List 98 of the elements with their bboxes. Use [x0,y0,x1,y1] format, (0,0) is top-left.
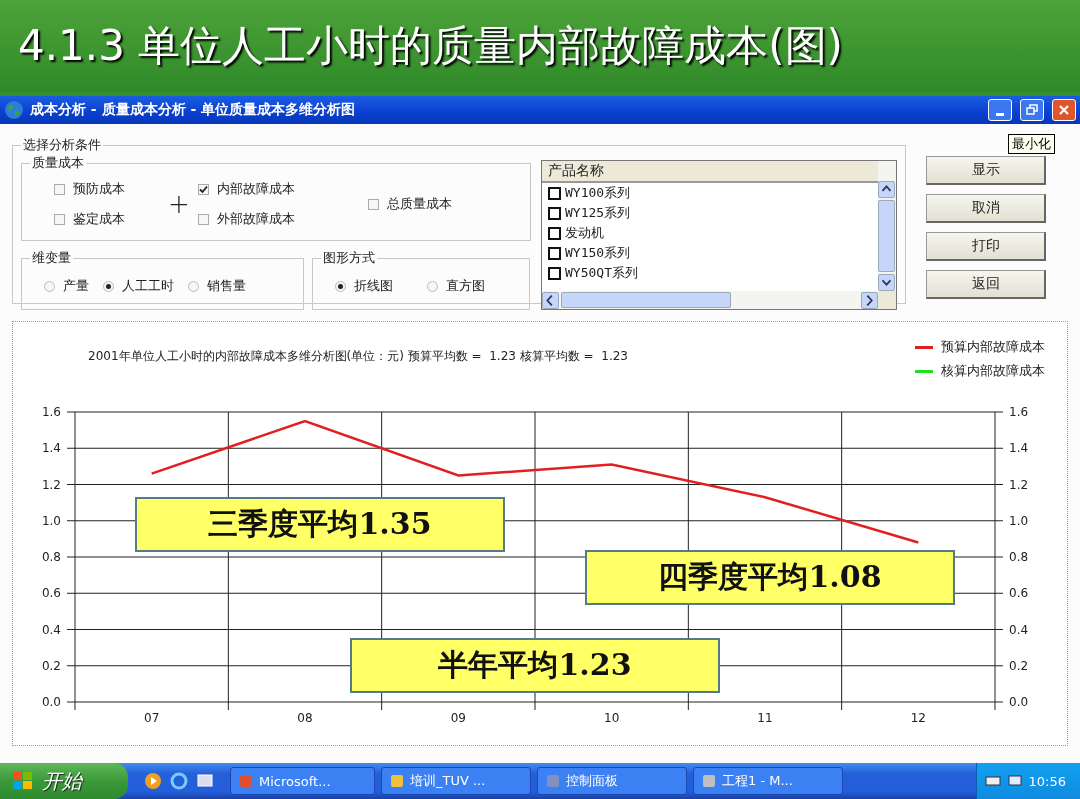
legend-label: 核算内部故障成本 [941,362,1045,380]
x-tick-label: 09 [450,711,466,725]
checkbox-option[interactable]: 内部故障成本 [198,180,368,198]
checkbox[interactable] [548,266,561,280]
checkbox-option[interactable]: 外部故障成本 [198,210,368,228]
callout: 三季度平均1.35 [135,497,505,552]
taskbar-button[interactable]: 工程1 - M... [693,767,843,795]
slide-title: 4.1.3 单位人工小时的质量内部故障成本(图) [0,0,1080,96]
clock: 10:56 [1028,773,1066,789]
radio-button[interactable] [427,280,438,292]
checkbox[interactable] [198,213,209,225]
checkbox-option[interactable]: 鉴定成本 [34,210,168,228]
legend-label: 预算内部故障成本 [941,338,1045,356]
scroll-up-button[interactable] [878,181,895,198]
radio-button[interactable] [103,280,114,292]
app-icon [239,774,253,788]
app-icon [546,774,560,788]
scroll-right-button[interactable] [861,291,878,309]
x-tick-label: 10 [604,711,620,725]
media-player-icon[interactable] [144,772,162,790]
globe-icon [4,100,24,120]
right-axis-labels: 0.0 0.2 0.4 0.6 0.8 1.0 1.2 1.4 1.6 [1009,405,1029,709]
scrollbar-corner [878,291,896,309]
command-button[interactable]: 打印 [926,232,1046,261]
checkbox-option[interactable]: 预防成本 [34,180,168,198]
x-tick-label: 07 [144,711,160,725]
scroll-thumb[interactable] [878,200,895,272]
list-item[interactable]: 发动机 [542,223,878,243]
restore-icon [1026,104,1038,116]
app-icon [390,774,404,788]
x-tick-label: 12 [910,711,926,725]
chart-title: 2001年单位人工小时的内部故障成本多维分析图(单位：元) 预算平均数 = 1.23 核算平均数 = 1.23 [88,348,628,365]
y-tick-label: 0.6 [41,586,61,601]
list-item[interactable]: WY150系列 [542,243,878,263]
scroll-thumb[interactable] [561,292,731,308]
close-button[interactable] [1052,99,1076,121]
y-tick-label: 1.2 [41,477,61,492]
x-tick-label: 08 [297,711,313,725]
radio-option[interactable]: 折线图 [335,277,393,295]
command-button[interactable]: 取消 [926,194,1046,223]
command-button[interactable]: 返回 [926,270,1046,299]
y-tick-label: 0.0 [41,695,61,709]
app-icon [702,774,716,788]
list-item[interactable]: WY100系列 [542,183,878,203]
radio-option[interactable]: 产量 [44,277,89,295]
radio-option[interactable]: 直方图 [427,277,485,295]
group-title: 维变量 [31,249,72,267]
checkbox[interactable] [548,206,561,220]
close-icon [1058,104,1070,116]
list-header: 产品名称 [542,161,878,183]
y-tick-label: 0.8 [41,550,61,564]
radio-option[interactable]: 销售量 [188,277,246,295]
taskbar-button[interactable]: 培训_TUV ... [381,767,531,795]
scroll-left-button[interactable] [542,291,559,309]
windows-flag-icon [12,771,34,791]
start-button[interactable]: 开始 [0,763,128,799]
radio-option[interactable]: 人工工时 [103,277,174,295]
x-tick-label: 11 [757,711,773,725]
callout: 半年平均1.23 [350,638,720,693]
group-title: 图形方式 [322,249,376,267]
y-tick-label: 1.0 [41,513,61,528]
plus-sign: + [168,191,191,217]
product-list[interactable]: 产品名称 WY100系列 WY125系列 发动机 WY150系列 WY50QT系列 [541,160,897,310]
y-tick-label: 1.4 [41,441,61,456]
horizontal-scrollbar[interactable] [542,291,878,309]
checkbox[interactable] [54,183,65,195]
radio-button[interactable] [44,280,55,292]
callout: 四季度平均1.08 [585,550,955,605]
checkbox[interactable] [54,213,65,225]
minimize-button[interactable] [988,99,1012,121]
desktop-icon[interactable] [196,772,214,790]
radio-button[interactable] [188,280,199,292]
group-title: 选择分析条件 [22,136,102,154]
list-item[interactable]: WY125系列 [542,203,878,223]
vertical-scrollbar[interactable] [878,161,896,291]
group-title: 质量成本 [31,154,85,172]
checkbox[interactable] [368,198,379,210]
restore-button[interactable] [1020,99,1044,121]
taskbar-button[interactable]: Microsoft... [230,767,375,795]
keyboard-icon[interactable] [984,775,1001,787]
scroll-down-button[interactable] [878,274,895,291]
y-tick-label: 1.6 [41,405,61,419]
checkbox[interactable] [548,186,561,200]
tooltip: 最小化 [1008,134,1055,154]
command-button[interactable]: 显示 [926,156,1046,185]
radio-button[interactable] [335,280,346,292]
checkbox[interactable] [548,246,561,260]
y-tick-label: 0.2 [41,658,61,673]
checkbox[interactable] [198,183,209,195]
taskbar-button[interactable]: 控制面板 [537,767,687,795]
network-icon[interactable] [1006,773,1023,789]
checkbox[interactable] [548,226,561,240]
minimize-icon [996,112,1004,116]
list-item[interactable]: WY50QT系列 [542,263,878,283]
window-title: 成本分析 - 质量成本分析 - 单位质量成本多维分析图 [30,101,357,119]
checkbox-option[interactable]: 总质量成本 [368,195,508,213]
y-tick-label: 0.4 [41,622,61,637]
browser-icon[interactable] [170,772,188,790]
